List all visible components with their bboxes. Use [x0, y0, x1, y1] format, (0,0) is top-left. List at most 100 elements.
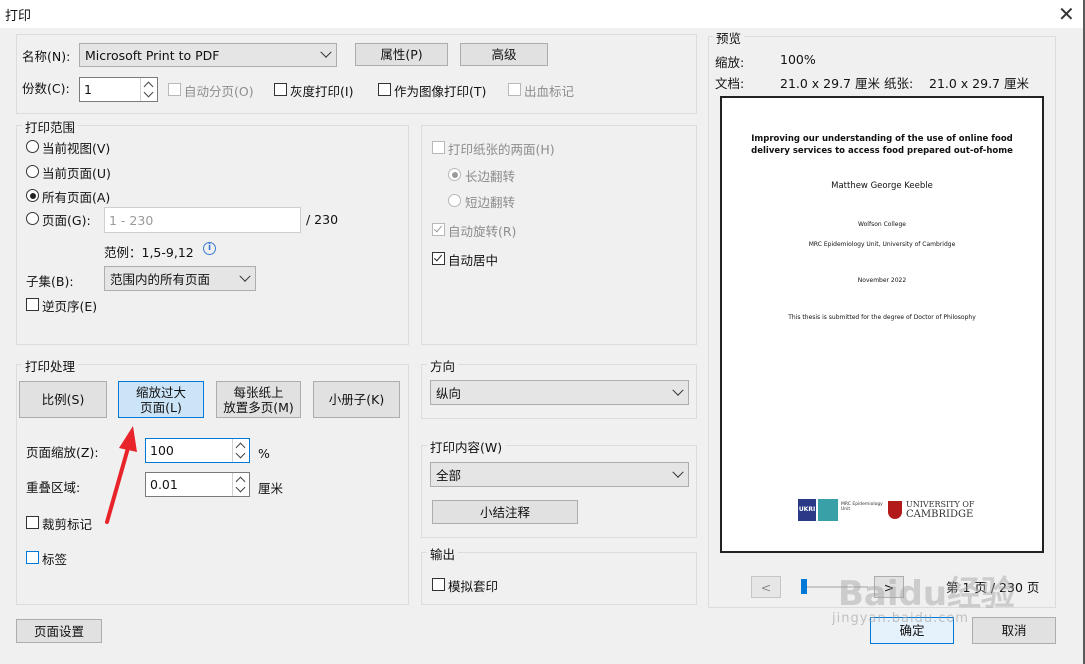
doc-college: Wolfson College — [858, 221, 906, 228]
overlap-spinner[interactable] — [232, 473, 249, 496]
auto-center-label: 自动居中 — [448, 253, 499, 268]
cancel-button[interactable]: 取消 — [972, 617, 1056, 644]
output-title: 输出 — [427, 544, 459, 563]
print-as-image-checkbox[interactable] — [378, 83, 391, 96]
scale-button[interactable]: 比例(S) — [19, 381, 107, 418]
doc-title-line2: delivery services to access food prepare… — [751, 146, 1013, 156]
overlap-label: 重叠区域: — [26, 480, 81, 495]
close-icon[interactable]: ✕ — [1058, 2, 1075, 26]
watermark-url: jingyan.baidu.com — [832, 611, 969, 626]
current-view-radio[interactable] — [26, 140, 39, 153]
shrink-oversized-button[interactable]: 缩放过大 页面(L) — [118, 381, 204, 418]
pages-placeholder: 1 - 230 — [109, 212, 154, 228]
booklet-button[interactable]: 小册子(K) — [313, 381, 400, 418]
chevron-down-icon — [235, 448, 246, 459]
zoom-input[interactable]: 100 — [145, 438, 250, 463]
simulate-overprint-label: 模拟套印 — [448, 579, 499, 594]
doc-unit: MRC Epidemiology Unit, University of Cam… — [808, 241, 956, 248]
long-edge-radio[interactable] — [448, 168, 461, 181]
bleed-marks-checkbox[interactable] — [508, 83, 521, 96]
collate-label: 自动分页(O) — [184, 84, 254, 99]
print-handling-title: 打印处理 — [22, 356, 79, 375]
subset-select[interactable]: 范围内的所有页面 — [104, 266, 256, 291]
subset-label: 子集(B): — [26, 274, 74, 289]
page-slider-thumb[interactable] — [801, 579, 807, 594]
pages-radio[interactable] — [26, 212, 39, 225]
grayscale-label: 灰度打印(I) — [290, 84, 354, 99]
overlap-value: 0.01 — [150, 477, 178, 492]
collate-checkbox[interactable] — [168, 83, 181, 96]
current-view-label: 当前视图(V) — [42, 141, 111, 156]
crop-marks-checkbox[interactable] — [26, 516, 39, 529]
scale-label: 缩放: — [715, 55, 745, 70]
content-select[interactable]: 全部 — [430, 462, 689, 487]
cambridge-crest-icon — [888, 501, 902, 519]
zoom-label: 页面缩放(Z): — [26, 445, 99, 460]
annotation-arrow-icon — [105, 426, 137, 524]
page-setup-button[interactable]: 页面设置 — [16, 619, 102, 643]
orientation-select[interactable]: 纵向 — [430, 380, 689, 405]
orientation-value: 纵向 — [436, 386, 462, 401]
both-sides-checkbox[interactable] — [432, 141, 445, 154]
zoom-value: 100 — [150, 443, 174, 458]
paper-size-value: 21.0 x 29.7 厘米 — [929, 76, 1029, 91]
prev-page-button[interactable]: < — [751, 576, 781, 598]
all-pages-radio[interactable] — [26, 189, 39, 202]
properties-button[interactable]: 属性(P) — [355, 43, 448, 66]
copies-value: 1 — [84, 82, 92, 97]
chevron-down-icon — [235, 482, 246, 493]
cambridge-logo-line2: CAMBRIDGE — [906, 509, 974, 520]
title-bar — [0, 0, 1085, 28]
paper-size-label: 纸张: — [884, 76, 914, 91]
overlap-unit: 厘米 — [258, 481, 284, 496]
doc-title-line1: Improving our understanding of the use o… — [751, 134, 1013, 144]
subset-value: 范围内的所有页面 — [110, 272, 211, 287]
preview-title: 预览 — [713, 28, 745, 47]
zoom-spinner[interactable] — [232, 439, 249, 462]
auto-rotate-label: 自动旋转(R) — [448, 224, 517, 239]
window-title: 打印 — [5, 9, 32, 24]
both-sides-label: 打印纸张的两面(H) — [448, 142, 555, 157]
simulate-overprint-checkbox[interactable] — [432, 578, 445, 591]
doc-date: November 2022 — [857, 277, 907, 284]
chevron-down-icon — [239, 270, 251, 282]
doc-size-label: 文档: — [715, 76, 745, 91]
copies-spinner[interactable] — [140, 78, 157, 101]
advanced-button[interactable]: 高级 — [460, 43, 548, 66]
ukri-logo: UKRI — [798, 499, 816, 521]
watermark-logo: Baidu经验 — [838, 574, 1016, 614]
content-value: 全部 — [436, 468, 462, 483]
auto-rotate-checkbox[interactable] — [432, 223, 445, 236]
orientation-title: 方向 — [427, 356, 459, 375]
printer-select[interactable]: Microsoft Print to PDF — [79, 43, 337, 67]
content-title: 打印内容(W) — [427, 437, 506, 456]
current-page-label: 当前页面(U) — [42, 166, 111, 181]
pages-label: 页面(G): — [42, 213, 91, 228]
pages-input[interactable]: 1 - 230 — [104, 207, 301, 233]
printer-name-label: 名称(N): — [22, 49, 71, 64]
short-edge-radio[interactable] — [448, 194, 461, 207]
copies-input[interactable]: 1 — [79, 77, 158, 102]
bleed-marks-label: 出血标记 — [524, 84, 575, 99]
copies-label: 份数(C): — [22, 81, 70, 96]
range-example: 范例：1,5-9,12 — [104, 245, 194, 260]
mrc-logo-text: MRC Epidemiology Unit — [841, 502, 883, 512]
reverse-checkbox[interactable] — [26, 298, 39, 311]
reverse-label: 逆页序(E) — [42, 299, 98, 314]
current-page-radio[interactable] — [26, 165, 39, 178]
zoom-unit: % — [258, 446, 270, 461]
grayscale-checkbox[interactable] — [274, 83, 287, 96]
multiple-pages-button[interactable]: 每张纸上 放置多页(M) — [216, 381, 301, 418]
overlap-input[interactable]: 0.01 — [145, 472, 250, 497]
labels-checkbox[interactable] — [26, 551, 39, 564]
all-pages-label: 所有页面(A) — [42, 190, 111, 205]
auto-center-checkbox[interactable] — [432, 252, 445, 265]
content-group — [421, 445, 697, 538]
summarize-comments-button[interactable]: 小结注释 — [432, 500, 578, 524]
doc-author: Matthew George Keeble — [831, 181, 933, 191]
short-edge-label: 短边翻转 — [465, 195, 516, 210]
labels-label: 标签 — [42, 552, 68, 567]
info-icon[interactable]: i — [203, 242, 216, 255]
doc-degree: This thesis is submitted for the degree … — [788, 314, 976, 321]
mrc-logo-mark — [818, 499, 838, 521]
